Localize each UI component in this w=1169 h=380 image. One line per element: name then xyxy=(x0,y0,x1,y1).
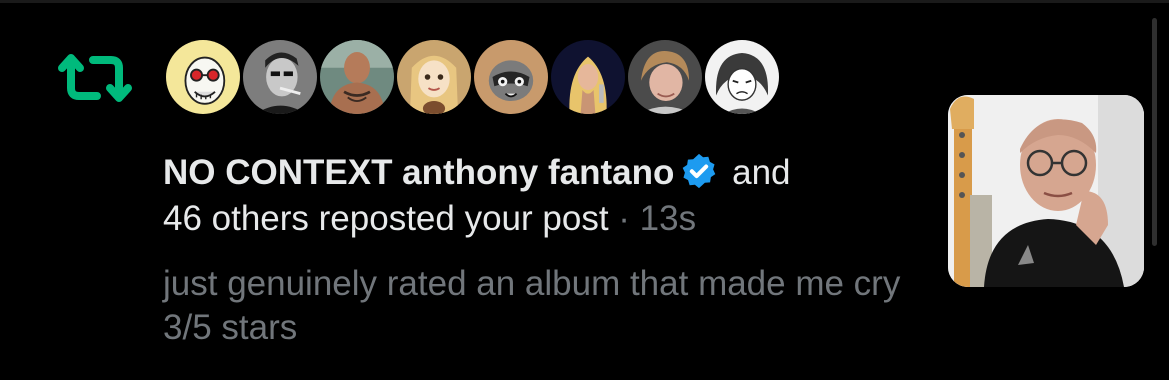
verified-badge-icon xyxy=(683,153,716,189)
avatar-6[interactable] xyxy=(548,37,628,117)
timestamp[interactable]: 13s xyxy=(640,199,696,238)
avatar-7[interactable] xyxy=(625,37,705,117)
separator-dot: · xyxy=(608,199,640,238)
actor-name[interactable]: NO CONTEXT anthony fantano xyxy=(163,153,674,192)
avatar-5[interactable] xyxy=(471,37,551,117)
actor-profile-image[interactable] xyxy=(948,95,1144,287)
others-text: 46 others reposted your post xyxy=(163,199,609,238)
avatar-2[interactable] xyxy=(240,37,320,117)
joiner-text: and xyxy=(722,153,791,192)
avatar-8[interactable] xyxy=(702,37,782,117)
repost-icon xyxy=(58,54,132,102)
avatar-3[interactable] xyxy=(317,37,397,117)
notification-headline: NO CONTEXT anthony fantano and 46 others … xyxy=(163,150,903,242)
avatar-1[interactable] xyxy=(163,37,243,117)
repost-notification[interactable]: NO CONTEXT anthony fantano and 46 others … xyxy=(0,0,1169,380)
reposter-avatars xyxy=(163,37,782,117)
avatar-4[interactable] xyxy=(394,37,474,117)
post-preview-text: just genuinely rated an album that made … xyxy=(163,264,901,347)
